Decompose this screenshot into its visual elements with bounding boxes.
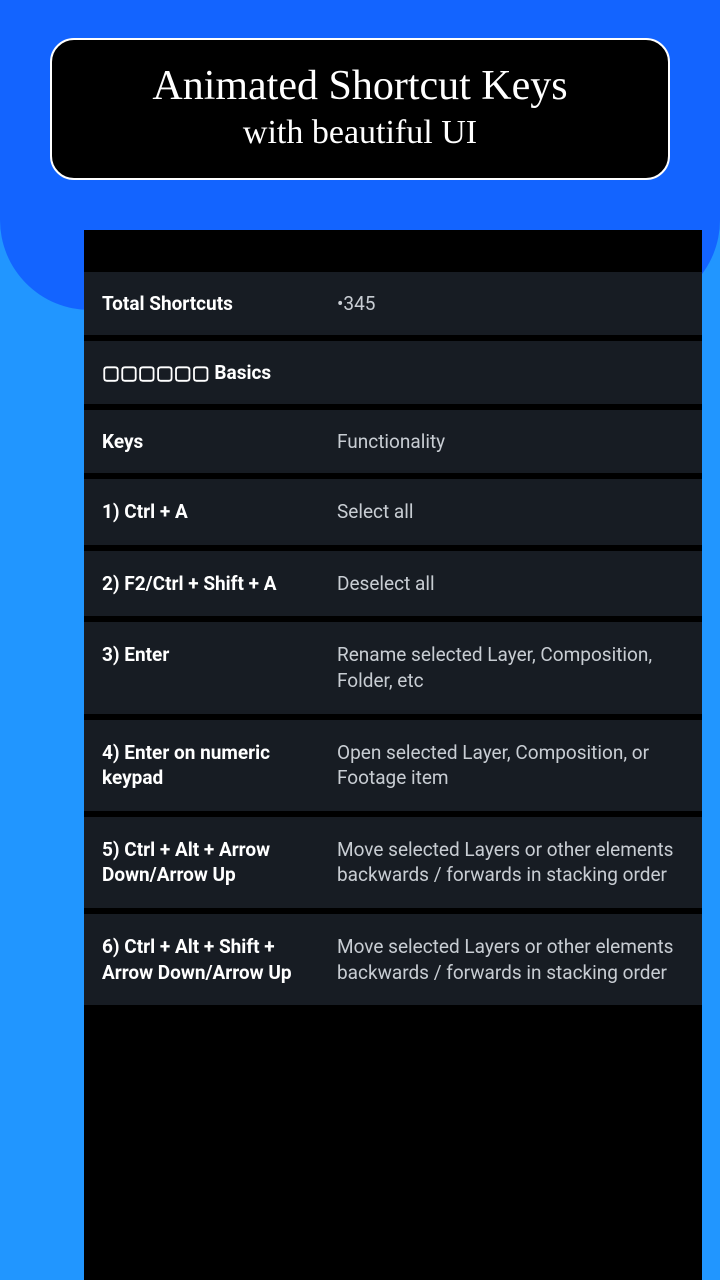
- shortcut-row[interactable]: 4) Enter on numeric keypad Open selected…: [84, 720, 702, 811]
- shortcut-key: 5) Ctrl + Alt + Arrow Down/Arrow Up: [102, 837, 337, 888]
- banner-title: Animated Shortcut Keys: [72, 62, 648, 110]
- shortcut-key: 6) Ctrl + Alt + Shift + Arrow Down/Arrow…: [102, 934, 337, 985]
- shortcut-functionality: Move selected Layers or other elements b…: [337, 934, 684, 985]
- shortcut-key: 4) Enter on numeric keypad: [102, 740, 337, 791]
- total-value: •345: [337, 292, 375, 315]
- shortcut-functionality: Open selected Layer, Composition, or Foo…: [337, 740, 684, 791]
- shortcut-functionality: Select all: [337, 499, 684, 525]
- category-label: ▢▢▢▢▢▢ Basics: [102, 361, 684, 384]
- shortcut-row[interactable]: 3) Enter Rename selected Layer, Composit…: [84, 622, 702, 713]
- shortcut-key: 3) Enter: [102, 642, 337, 693]
- shortcut-row[interactable]: 6) Ctrl + Alt + Shift + Arrow Down/Arrow…: [84, 914, 702, 1005]
- total-shortcuts-section: Total Shortcuts •345: [84, 272, 702, 335]
- shortcut-functionality: Deselect all: [337, 571, 684, 597]
- app-container: Total Shortcuts •345 ▢▢▢▢▢▢ Basics Keys …: [84, 230, 702, 1280]
- keys-header: Keys: [102, 430, 337, 453]
- banner-subtitle: with beautiful UI: [72, 114, 648, 152]
- app-top-bar: [84, 230, 702, 272]
- table-header-row: Keys Functionality: [84, 410, 702, 473]
- shortcut-key: 1) Ctrl + A: [102, 499, 337, 525]
- shortcut-functionality: Move selected Layers or other elements b…: [337, 837, 684, 888]
- total-label: Total Shortcuts: [102, 292, 337, 315]
- shortcut-key: 2) F2/Ctrl + Shift + A: [102, 571, 337, 597]
- header-banner: Animated Shortcut Keys with beautiful UI: [50, 38, 670, 180]
- shortcut-row[interactable]: 5) Ctrl + Alt + Arrow Down/Arrow Up Move…: [84, 817, 702, 908]
- shortcut-row[interactable]: 1) Ctrl + A Select all: [84, 479, 702, 545]
- shortcut-row[interactable]: 2) F2/Ctrl + Shift + A Deselect all: [84, 551, 702, 617]
- shortcut-functionality: Rename selected Layer, Composition, Fold…: [337, 642, 684, 693]
- functionality-header: Functionality: [337, 430, 684, 453]
- category-section[interactable]: ▢▢▢▢▢▢ Basics: [84, 341, 702, 404]
